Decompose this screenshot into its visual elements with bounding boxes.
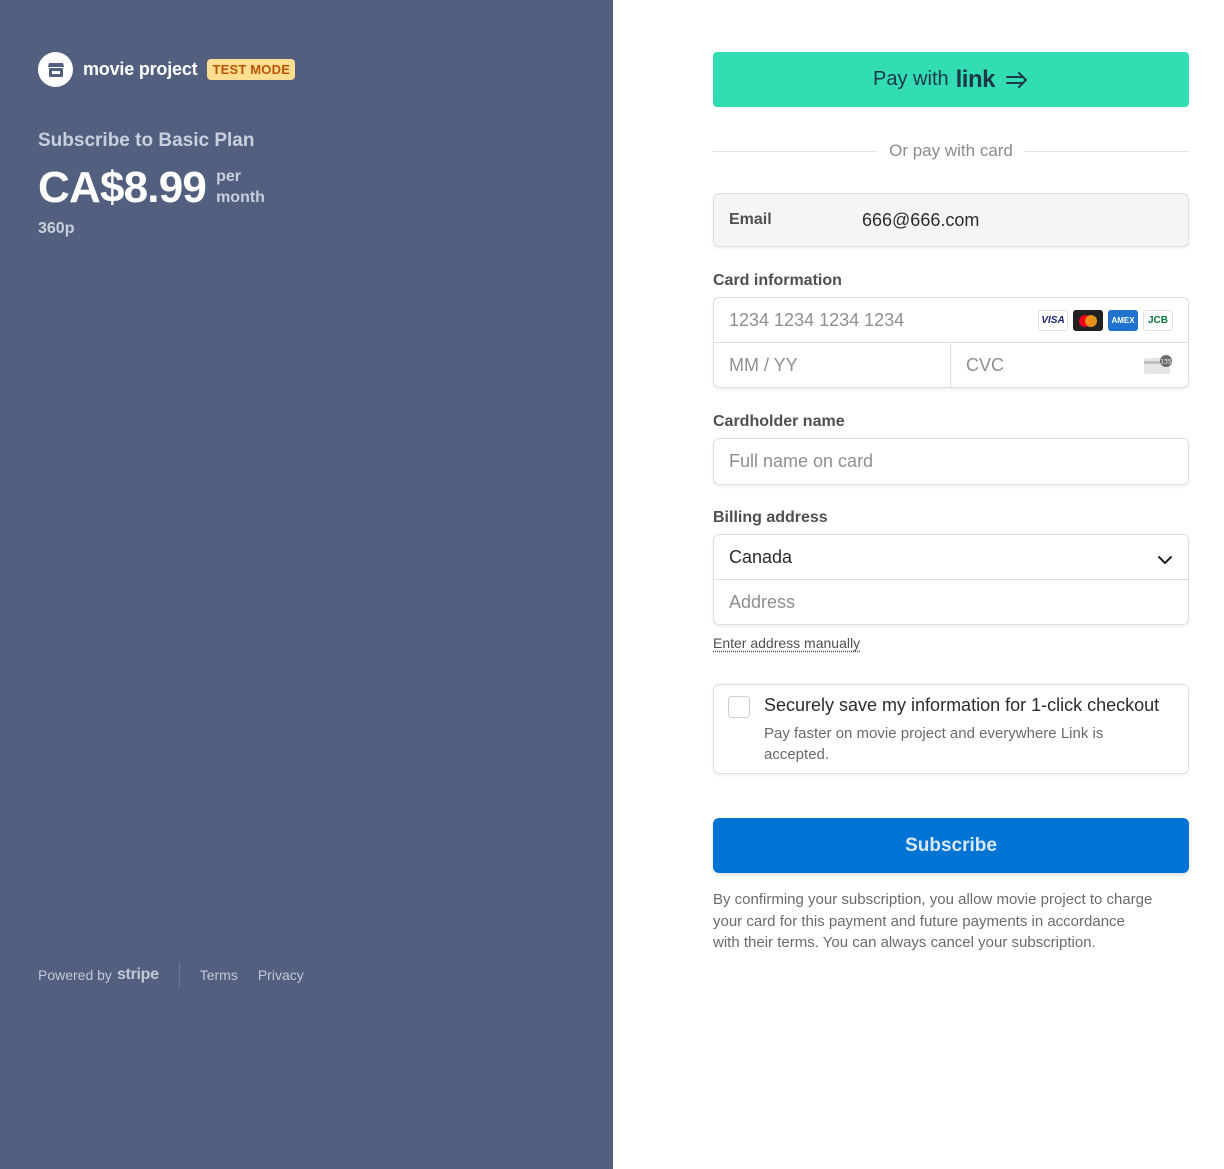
- pay-with-link-button[interactable]: Pay with link: [713, 52, 1189, 107]
- save-info-section: Securely save my information for 1-click…: [713, 684, 1189, 774]
- cvc-icon-number: 135: [1160, 359, 1172, 366]
- plan-price: CA$8.99: [38, 163, 207, 212]
- price-row: CA$8.99 per month: [38, 163, 265, 213]
- stripe-logo[interactable]: stripe: [117, 966, 159, 984]
- or-divider: Or pay with card: [713, 141, 1190, 161]
- footer: Powered by stripe Terms Privacy: [38, 962, 324, 988]
- cardholder-name-label: Cardholder name: [713, 413, 845, 430]
- save-info-description: Pay faster on movie project and everywhe…: [764, 725, 1104, 763]
- card-information-label: Card information: [713, 272, 842, 289]
- divider-line: [713, 150, 878, 152]
- billing-period-line1: per: [216, 168, 241, 185]
- expiry-placeholder: MM / YY: [729, 355, 798, 375]
- cvc-placeholder: CVC: [966, 355, 1005, 375]
- subscribe-button[interactable]: Subscribe: [713, 818, 1189, 873]
- email-label: Email: [729, 211, 772, 228]
- cardholder-name-input[interactable]: Full name on card: [713, 438, 1189, 485]
- privacy-link[interactable]: Privacy: [258, 967, 304, 983]
- cvc-input[interactable]: CVC 135: [951, 343, 1188, 388]
- chevron-down-icon: [1157, 550, 1173, 571]
- country-value: Canada: [729, 546, 793, 567]
- amex-icon: AMEX: [1108, 310, 1138, 331]
- expiry-input[interactable]: MM / YY: [714, 343, 951, 388]
- address-placeholder: Address: [729, 592, 796, 612]
- merchant-name: movie project: [83, 59, 198, 79]
- store-icon: [38, 52, 73, 87]
- mastercard-icon: [1073, 310, 1103, 331]
- or-pay-with-card-text: Or pay with card: [889, 141, 1013, 160]
- card-number-placeholder: 1234 1234 1234 1234: [729, 309, 905, 330]
- billing-period: per month: [216, 166, 265, 208]
- powered-by-text: Powered by: [38, 967, 112, 983]
- email-value[interactable]: 666@666.com: [862, 210, 979, 231]
- plan-title: Subscribe to Basic Plan: [38, 130, 255, 151]
- address-input[interactable]: Address: [714, 580, 1188, 625]
- test-mode-badge: TEST MODE: [207, 59, 296, 80]
- visa-icon: VISA: [1038, 310, 1068, 331]
- terms-link[interactable]: Terms: [200, 967, 238, 983]
- save-info-title: Securely save my information for 1-click…: [764, 695, 1160, 715]
- plan-description: 360p: [38, 220, 75, 237]
- pay-with-text: Pay with: [873, 68, 949, 90]
- card-number-input[interactable]: 1234 1234 1234 1234 VISA AMEX JCB: [714, 298, 1188, 343]
- card-information-group: 1234 1234 1234 1234 VISA AMEX JCB MM / Y…: [713, 297, 1189, 388]
- enter-address-manually-link[interactable]: Enter address manually: [713, 635, 860, 651]
- billing-address-label: Billing address: [713, 509, 828, 526]
- save-info-checkbox[interactable]: [728, 696, 750, 718]
- arrow-right-icon: [1005, 71, 1029, 89]
- merchant-header: movie project TEST MODE: [38, 52, 296, 87]
- card-brands: VISA AMEX JCB: [1033, 310, 1173, 331]
- email-field[interactable]: Email 666@666.com: [713, 193, 1189, 247]
- cardholder-name-placeholder: Full name on card: [729, 451, 874, 471]
- order-summary-panel: movie project TEST MODE Subscribe to Bas…: [0, 0, 613, 1169]
- billing-address-group: Canada Address: [713, 534, 1189, 625]
- footer-divider: [178, 962, 180, 988]
- link-logo: link: [955, 65, 996, 93]
- jcb-icon: JCB: [1143, 310, 1173, 331]
- subscription-terms-text: By confirming your subscription, you all…: [713, 891, 1153, 951]
- divider-line: [1024, 150, 1190, 152]
- country-select[interactable]: Canada: [714, 535, 1188, 580]
- cvc-card-icon: 135: [1143, 355, 1173, 380]
- billing-period-line2: month: [216, 189, 265, 206]
